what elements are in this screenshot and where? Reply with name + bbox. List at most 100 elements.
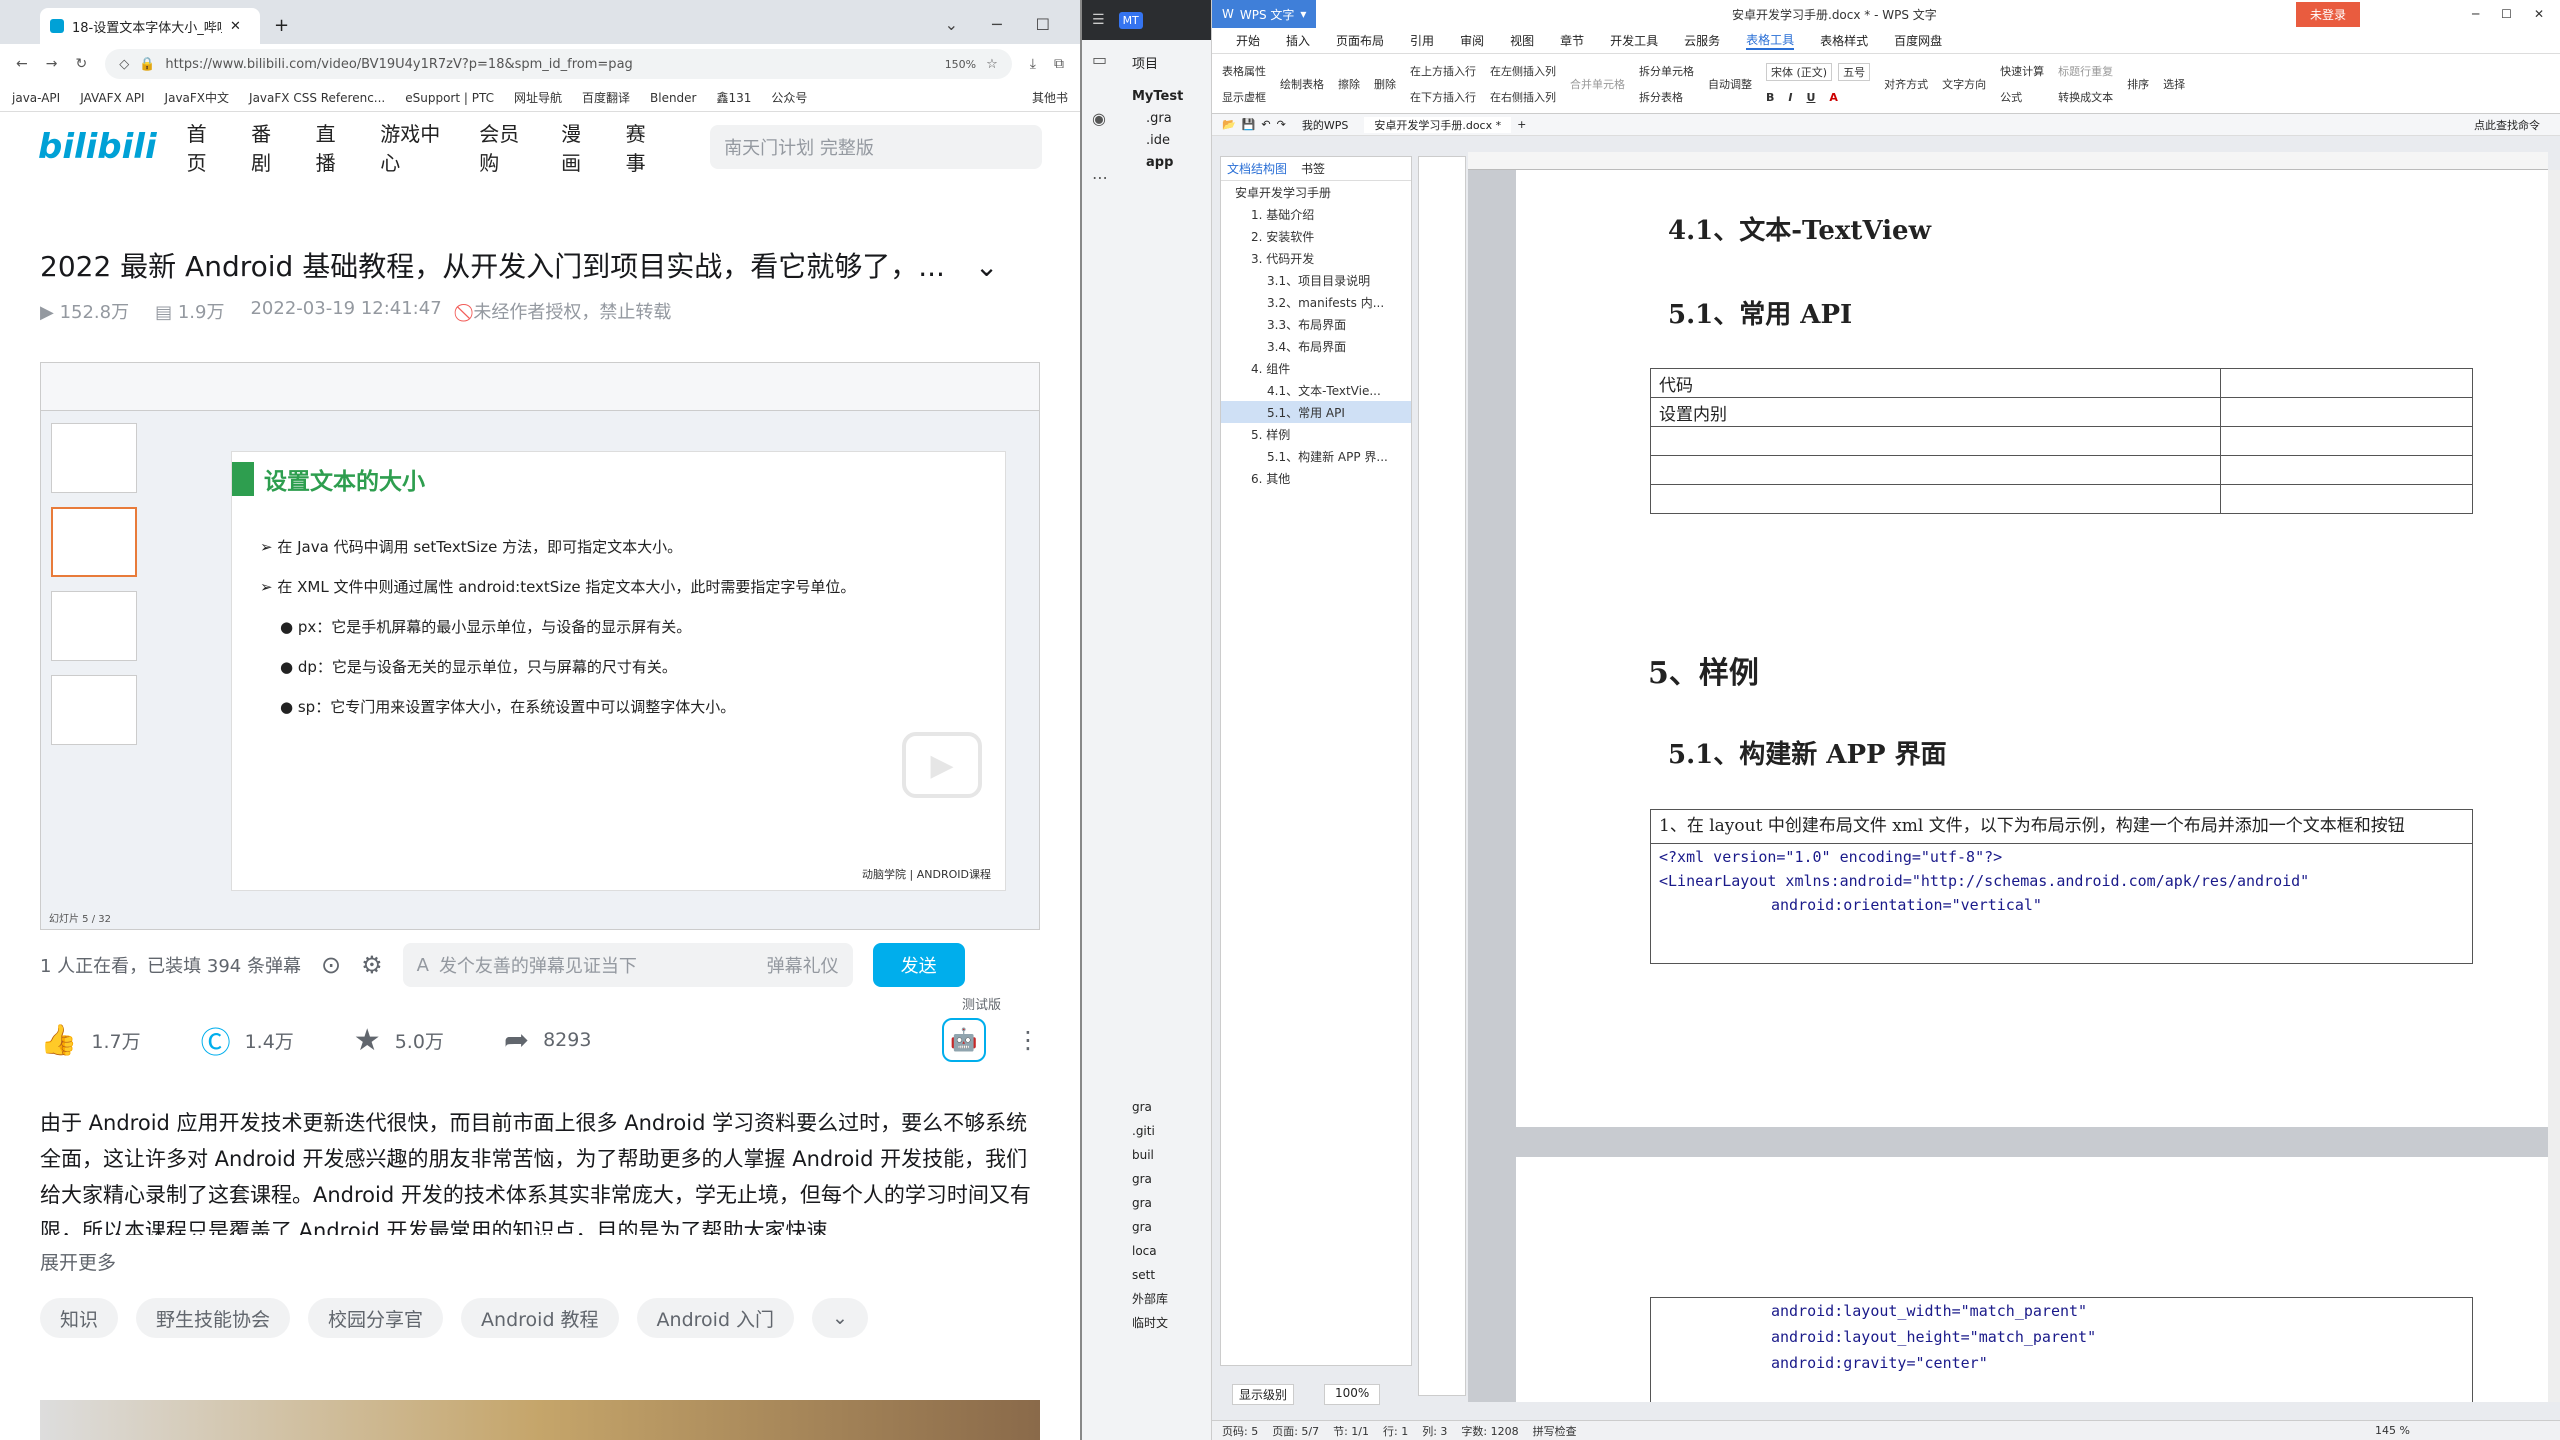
ribbon-button[interactable]: 自动调整 xyxy=(1708,76,1752,92)
zoom-badge[interactable]: 150% xyxy=(945,58,976,71)
save-icon[interactable]: 💾 xyxy=(1242,118,1256,131)
tag[interactable]: Android 入门 xyxy=(636,1298,795,1338)
ribbon-button[interactable]: 在右侧插入列 xyxy=(1490,89,1556,105)
bookmark[interactable]: 鑫131 xyxy=(717,89,752,106)
ribbon-button[interactable]: 擦除 xyxy=(1338,76,1360,92)
ribbon-tab[interactable]: 引用 xyxy=(1410,32,1434,49)
redo-icon[interactable]: ↷ xyxy=(1277,118,1286,131)
nav-item[interactable]: 5. 样例 xyxy=(1221,423,1411,445)
nav-item[interactable]: 6. 其他 xyxy=(1221,467,1411,489)
search-input[interactable]: 南天门计划 完整版 xyxy=(710,125,1042,169)
bookmark-folder[interactable]: 其他书 xyxy=(1032,89,1068,106)
status-wordcount[interactable]: 字数: 1208 xyxy=(1461,1423,1518,1439)
ribbon-button[interactable]: 文字方向 xyxy=(1942,76,1986,92)
nav-anime[interactable]: 番剧 xyxy=(251,118,286,176)
ribbon-button[interactable]: 选择 xyxy=(2163,76,2185,92)
ribbon-button[interactable]: 表格属性 xyxy=(1222,63,1266,79)
ribbon-tab[interactable]: 审阅 xyxy=(1460,32,1484,49)
favorite-button[interactable]: ★ 5.0万 xyxy=(354,1023,444,1058)
window-minimize-icon[interactable]: ─ xyxy=(992,15,1002,34)
tree-item[interactable]: gra xyxy=(1132,1215,1168,1239)
bookmark[interactable]: JavaFX CSS Referenc... xyxy=(249,91,385,105)
bookmark[interactable]: java-API xyxy=(12,91,60,105)
ribbon-button[interactable]: 转换成文本 xyxy=(2058,89,2113,105)
ribbon-button[interactable]: 排序 xyxy=(2127,76,2149,92)
login-button[interactable]: 未登录 xyxy=(2295,1,2360,27)
zoom-level[interactable]: 145 % xyxy=(2375,1424,2410,1437)
table-cell[interactable] xyxy=(2220,484,2473,514)
bookmark[interactable]: 网址导航 xyxy=(514,89,562,106)
ribbon-button[interactable]: 删除 xyxy=(1374,76,1396,92)
nav-manga[interactable]: 漫画 xyxy=(561,118,596,176)
bookmark[interactable]: Blender xyxy=(650,91,697,105)
close-icon[interactable]: ✕ xyxy=(2534,7,2544,21)
nav-shop[interactable]: 会员购 xyxy=(479,118,531,176)
tree-item[interactable]: .gra xyxy=(1132,108,1211,130)
more-options-icon[interactable]: ⋮ xyxy=(1016,1026,1040,1054)
nav-zoom-select[interactable]: 100% xyxy=(1324,1384,1381,1405)
spell-check[interactable]: 拼写检查 xyxy=(1533,1423,1577,1439)
project-label[interactable]: 项目 xyxy=(1132,54,1211,76)
tree-item[interactable]: .ide xyxy=(1132,130,1211,152)
bookmark[interactable]: 公众号 xyxy=(771,89,807,106)
chevron-down-icon[interactable]: ⌄ xyxy=(812,1298,868,1338)
ribbon-button[interactable]: 公式 xyxy=(2000,89,2044,105)
ribbon-button[interactable]: 显示虚框 xyxy=(1222,89,1266,105)
nav-item-selected[interactable]: 5.1、常用 API xyxy=(1221,401,1411,423)
ribbon-button[interactable]: 拆分表格 xyxy=(1639,89,1694,105)
project-badge[interactable]: MT xyxy=(1118,11,1143,29)
table-cell[interactable]: 设置内别 xyxy=(1650,397,2221,427)
chevron-down-icon[interactable]: ⌄ xyxy=(975,250,998,283)
new-tab-icon[interactable]: + xyxy=(1517,118,1526,131)
tag[interactable]: 知识 xyxy=(40,1298,119,1338)
minimize-icon[interactable]: ⌄ xyxy=(945,15,958,34)
document-area[interactable]: 4.1、文本-TextView 5.1、常用 API 代码 设置内别 5、样例 … xyxy=(1468,152,2548,1402)
tree-item[interactable]: sett xyxy=(1132,1263,1168,1287)
url-input[interactable]: ◇ 🔒 https://www.bilibili.com/video/BV19U… xyxy=(105,49,1012,79)
font-color-icon[interactable]: A xyxy=(1829,91,1838,104)
star-icon[interactable]: ☆ xyxy=(986,57,998,72)
danmaku-toggle-icon[interactable]: ⊙ xyxy=(321,951,341,979)
menu-icon[interactable]: ☰ xyxy=(1092,12,1105,28)
nav-item[interactable]: 3.2、manifests 内... xyxy=(1221,291,1411,313)
table-cell[interactable] xyxy=(2220,426,2473,456)
tree-item[interactable]: app xyxy=(1132,152,1211,174)
table-cell[interactable]: 代码 xyxy=(1650,368,2221,398)
coin-button[interactable]: Ⓒ 1.4万 xyxy=(201,1018,294,1062)
nav-home[interactable]: 首页 xyxy=(187,118,222,176)
project-root[interactable]: MyTest xyxy=(1132,86,1211,108)
display-level-select[interactable]: 显示级别 xyxy=(1232,1384,1295,1405)
font-select[interactable]: 宋体 (正文) xyxy=(1766,63,1833,81)
share-button[interactable]: ➦ 8293 xyxy=(504,1023,592,1058)
ribbon-tab[interactable]: 云服务 xyxy=(1684,32,1720,49)
nav-item[interactable]: 安卓开发学习手册 xyxy=(1221,181,1411,203)
ribbon-button[interactable]: 合并单元格 xyxy=(1570,76,1625,92)
danmaku-settings-icon[interactable]: ⚙ xyxy=(361,951,383,979)
ribbon-button[interactable]: 绘制表格 xyxy=(1280,76,1324,92)
bookmark[interactable]: JAVAFX API xyxy=(80,91,144,105)
download-icon[interactable]: ⤓ xyxy=(1030,56,1036,72)
new-tab-icon[interactable]: + xyxy=(274,15,289,36)
nav-item[interactable]: 3. 代码开发 xyxy=(1221,247,1411,269)
wps-app-button[interactable]: W WPS 文字 ▾ xyxy=(1212,0,1317,28)
ribbon-tab[interactable]: 表格样式 xyxy=(1820,32,1868,49)
ribbon-tab[interactable]: 百度网盘 xyxy=(1894,32,1942,49)
italic-icon[interactable]: I xyxy=(1788,91,1792,104)
window-maximize-icon[interactable]: ☐ xyxy=(1036,15,1050,34)
tree-item[interactable]: gra xyxy=(1132,1167,1168,1191)
commit-icon[interactable]: ◉ xyxy=(1092,109,1108,128)
underline-icon[interactable]: U xyxy=(1806,91,1815,104)
table-cell[interactable] xyxy=(1650,484,2221,514)
vertical-scrollbar[interactable] xyxy=(2548,170,2560,1402)
nav-games[interactable]: 游戏中心 xyxy=(380,118,449,176)
folder-icon[interactable]: ▭ xyxy=(1092,50,1108,69)
bookmark[interactable]: 百度翻译 xyxy=(582,89,630,106)
nav-item[interactable]: 1. 基础介绍 xyxy=(1221,203,1411,225)
ribbon-tab[interactable]: 开发工具 xyxy=(1610,32,1658,49)
extension-icon[interactable]: ⧉ xyxy=(1054,56,1064,72)
tag[interactable]: 校园分享官 xyxy=(308,1298,444,1338)
nav-live[interactable]: 直播 xyxy=(316,118,351,176)
reload-icon[interactable]: ↻ xyxy=(75,56,87,72)
robot-icon[interactable]: 🤖 xyxy=(942,1018,986,1062)
bold-icon[interactable]: B xyxy=(1766,91,1774,104)
